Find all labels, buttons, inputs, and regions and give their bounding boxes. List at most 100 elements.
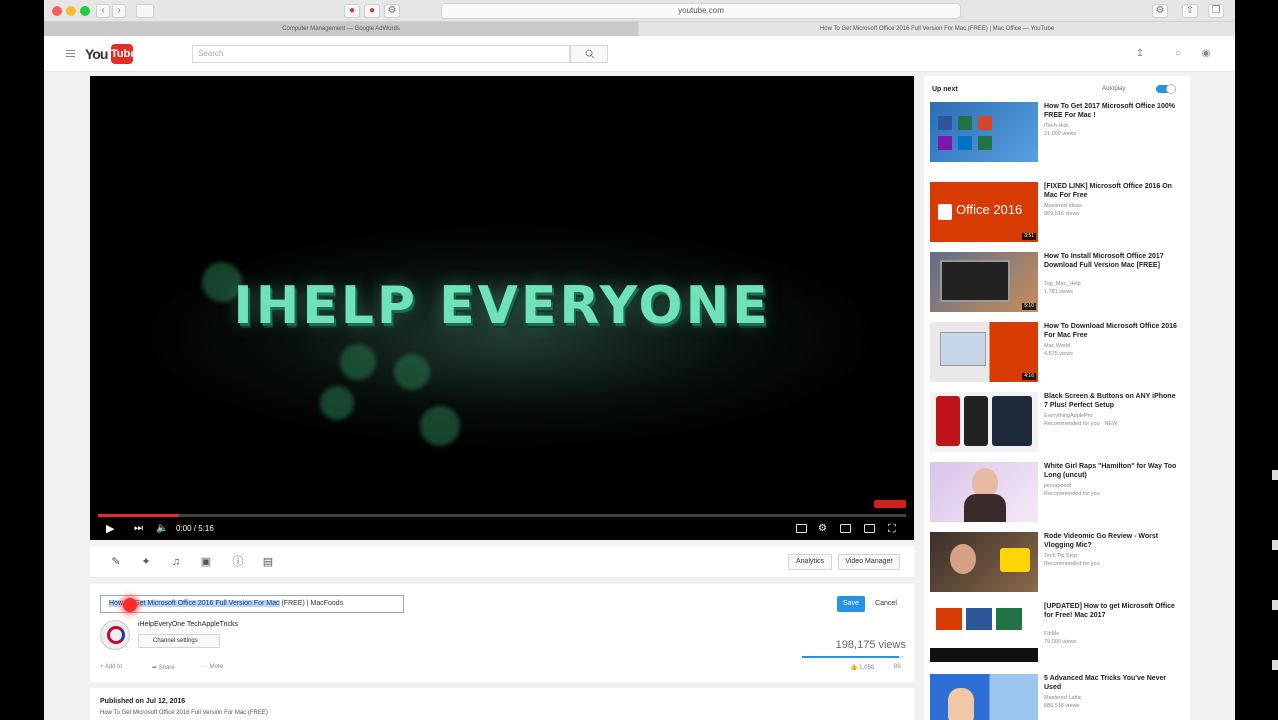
settings-gear-icon[interactable]: ⚙ [818,522,827,536]
sidebar-toggle-icon[interactable] [136,4,154,18]
progress-fill [98,514,179,517]
video-thumbnail [930,602,1038,662]
captions-icon[interactable] [796,524,807,533]
back-button[interactable]: ‹ [96,4,110,18]
like-button[interactable]: 👍 1,058 [850,664,874,671]
fullscreen-icon[interactable]: ⛶ [888,522,896,536]
title-input[interactable]: How To Get Microsoft Office 2016 Full Ve… [100,595,404,613]
tab-youtube[interactable]: How To Get Microsoft Office 2016 Full Ve… [639,22,1235,36]
video-frame-text: IHELP EVERYONE [233,276,771,336]
video-title: Black Screen & Buttons on ANY iPhone 7 P… [1044,393,1176,409]
hamburger-menu-icon[interactable] [66,50,75,58]
upload-icon[interactable]: ↥ [1134,48,1146,60]
share-button[interactable]: ➦ Share [152,664,175,671]
recommended-video[interactable]: 4:16 How To Download Microsoft Office 20… [930,322,1186,386]
background-glow [150,226,870,446]
share-icon[interactable]: ⇧ [1182,4,1198,18]
recommended-video[interactable]: Office 2016 3:51 [FIXED LINK] Microsoft … [930,182,1186,246]
annotations-icon[interactable]: ▣ [200,556,212,568]
recommended-video[interactable]: White Girl Raps "Hamilton" for Way Too L… [930,462,1186,526]
video-info-panel: How To Get Microsoft Office 2016 Full Ve… [90,584,914,682]
recommended-video[interactable]: Rode Videomic Go Review - Worst Vlogging… [930,532,1186,596]
more-button[interactable]: ··· More [202,664,223,670]
logo-text-you: You [85,46,108,62]
search-icon [585,49,595,59]
channel-settings-label: Channel settings [153,638,198,644]
video-thumbnail [930,102,1038,162]
next-icon[interactable]: ⏭ [134,522,143,536]
enhance-icon[interactable]: ✦ [140,556,152,568]
maximize-window-button[interactable] [80,6,90,16]
video-views: 886,516 views [1044,703,1080,709]
channel-avatar[interactable] [100,620,130,650]
edge-mark [1272,600,1278,610]
video-title: [UPDATED] How to get Microsoft Office fo… [1044,603,1175,619]
video-views: Recommended for you · NEW [1044,421,1118,427]
extension-icon[interactable]: ● [344,4,360,18]
audio-icon[interactable]: ♫ [170,556,182,568]
video-thumbnail [930,674,1038,720]
title-remaining-text: (FREE) | MacFoods [279,600,344,607]
recommended-video[interactable]: 5 Advanced Mac Tricks You've Never Used … [930,674,1186,720]
more-label: More [209,664,224,670]
miniplayer-icon[interactable] [840,524,851,533]
search-button[interactable] [570,45,608,63]
youtube-header: You Tube Search ↥ ○ ◉ [44,36,1235,72]
record-icon[interactable]: ● [364,4,380,18]
video-title: 5 Advanced Mac Tricks You've Never Used [1044,675,1167,691]
video-views: 79,000 views [1044,639,1077,645]
account-icon[interactable]: ◉ [1200,48,1212,60]
tabs-icon[interactable]: ❐ [1208,4,1224,18]
video-title: How To Install Microsoft Office 2017 Dow… [1044,253,1164,269]
video-thumbnail [930,532,1038,592]
video-channel: Mac World [1044,343,1071,349]
add-to-button[interactable]: + Add to [100,664,122,670]
recommended-video[interactable]: [UPDATED] How to get Microsoft Office fo… [930,602,1186,666]
recommended-video[interactable]: Black Screen & Buttons on ANY iPhone 7 P… [930,392,1186,456]
close-window-button[interactable] [52,6,62,16]
subtitles-icon[interactable]: ▤ [262,556,274,568]
video-title: [FIXED LINK] Microsoft Office 2016 On Ma… [1044,183,1172,199]
gear-icon[interactable]: ⚙ [1152,4,1168,18]
description-panel: Published on Jul 12, 2016 How To Get Mic… [90,688,914,720]
dislike-button[interactable]: 89 [894,664,901,670]
add-to-label: Add to [104,664,123,670]
video-views: 869,516 views [1044,211,1080,217]
video-views: 4,575 views [1044,351,1074,357]
video-manager-button[interactable]: Video Manager [838,554,900,570]
video-title: How To Download Microsoft Office 2016 Fo… [1044,323,1177,339]
settings-icon[interactable]: ⚙ [384,4,400,18]
channel-name[interactable]: iHelpEveryOne TechAppleTricks [138,621,238,628]
cancel-button[interactable]: Cancel [870,596,902,612]
video-channel: Top_Mac_Help [1044,281,1081,287]
video-channel: Tech Tip Stop [1044,553,1078,559]
address-bar[interactable]: youtube.com [441,3,961,19]
recommended-video[interactable]: 5:10 How To Install Microsoft Office 201… [930,252,1186,316]
analytics-button[interactable]: Analytics [788,554,832,570]
minimize-window-button[interactable] [66,6,76,16]
video-views: 1,781 views [1044,289,1074,295]
video-channel: iTech Hub [1044,123,1069,129]
channel-settings-button[interactable]: Channel settings [138,634,220,648]
theater-icon[interactable] [864,524,875,533]
autoplay-toggle[interactable] [1156,84,1176,94]
forward-button[interactable]: › [112,4,126,18]
bokeh-light [394,354,430,390]
video-title: Rode Videomic Go Review - Worst Vlogging… [1044,533,1159,549]
video-thumbnail: 4:16 [930,322,1038,382]
video-player[interactable]: IHELP EVERYONE ▶ ⏭ 🔈 0:00 / 5:16 ⚙ ⛶ [90,76,914,540]
volume-icon[interactable]: 🔈 [156,522,168,536]
edge-mark [1272,470,1278,480]
play-icon[interactable]: ▶ [106,522,114,536]
tab-adwords[interactable]: Computer Management — Google AdWords [44,22,638,36]
mouse-cursor-highlight [123,598,137,612]
notifications-icon[interactable]: ○ [1172,48,1184,60]
progress-bar[interactable] [98,514,906,517]
save-button[interactable]: Save [837,596,865,612]
recommended-video[interactable]: How To Get 2017 Microsoft Office 100% FR… [930,102,1186,166]
edit-icon[interactable]: ✎ [110,556,122,568]
cards-icon[interactable]: ⓘ [232,556,244,568]
video-thumbnail [930,462,1038,522]
video-channel: EverythingApplePro [1044,413,1093,419]
search-input[interactable]: Search [192,45,570,63]
